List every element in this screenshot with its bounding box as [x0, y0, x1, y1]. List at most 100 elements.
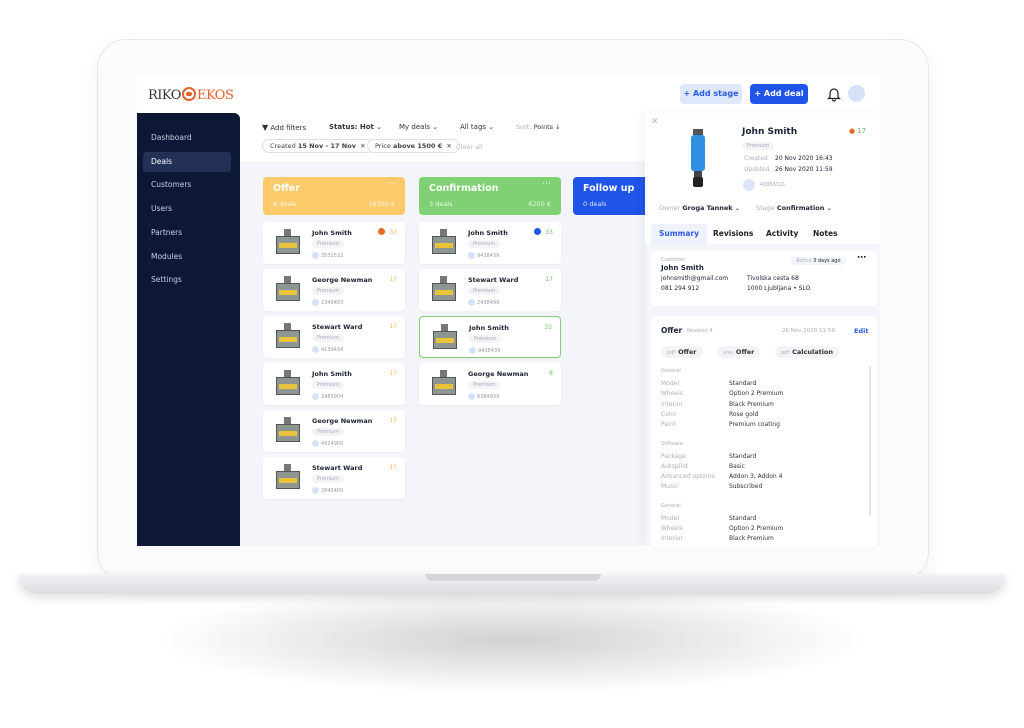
filter-chip-created[interactable]: Created 15 Nov - 17 Nov ✕: [262, 139, 374, 153]
tab-activity[interactable]: Activity: [758, 224, 806, 244]
all-tags-dropdown[interactable]: All tags ⌄: [460, 123, 494, 131]
deal-id: 3532532: [321, 253, 344, 259]
laptop-notch: [425, 574, 601, 581]
spec-value: Subscribed: [729, 483, 763, 491]
clear-all-link[interactable]: Clear all: [456, 143, 483, 151]
column-header-offer[interactable]: Offer 6 deals 18300 € ⋯: [263, 177, 405, 215]
sidebar-item-dashboard[interactable]: Dashboard: [143, 128, 231, 148]
tier-badge: Premium: [312, 475, 345, 483]
chevron-down-icon: ⌄: [734, 204, 741, 212]
my-deals-dropdown[interactable]: My deals ⌄: [399, 123, 438, 131]
more-icon[interactable]: ⋯: [386, 179, 395, 189]
deal-id: 2849400: [321, 488, 344, 494]
spec-value: Addon 3, Addon 4: [729, 473, 783, 481]
more-icon[interactable]: ⋯: [857, 253, 866, 263]
customer-label: Customer: [661, 257, 686, 263]
deal-score: ● 17: [849, 127, 867, 135]
deal-card[interactable]: John Smith Premium 3532532 33: [263, 222, 405, 264]
bell-icon[interactable]: [827, 86, 841, 102]
sort-control[interactable]: Sort: Points ↓: [516, 123, 561, 131]
customer-email[interactable]: johnsmith@gmail.com: [661, 275, 728, 282]
thumb-part: [435, 384, 453, 389]
sidebar-item-deals[interactable]: Deals: [143, 151, 231, 172]
close-icon[interactable]: ✕: [446, 142, 451, 150]
close-icon[interactable]: ✕: [651, 117, 659, 127]
logo: RIKO EKOS: [148, 87, 234, 103]
more-icon[interactable]: ⋯: [542, 179, 551, 189]
summary-content: Customer John Smith johnsmith@gmail.com …: [645, 244, 880, 546]
deal-card[interactable]: John Smith Premium 9438439 33: [419, 222, 561, 264]
deal-card[interactable]: Stewart Ward Premium 4139434 17: [263, 316, 405, 358]
tier-badge: Premium: [312, 381, 345, 389]
document-chip[interactable]: pdf Calculation: [775, 346, 840, 358]
add-stage-button[interactable]: + Add stage: [680, 84, 742, 104]
column-header-confirmation[interactable]: Confirmation 3 deals 6200 € ⋯: [419, 177, 561, 215]
spec-label: Model: [661, 380, 680, 387]
tier-badge: Premium: [312, 334, 345, 342]
tier-badge: Premium: [742, 142, 775, 150]
spec-label: Color: [661, 410, 677, 418]
close-icon[interactable]: ✕: [360, 142, 365, 150]
deal-id: 9438439: [477, 253, 500, 259]
sidebar-item-users[interactable]: Users: [143, 199, 231, 219]
section-title: Software: [661, 440, 684, 447]
deal-card[interactable]: Stewart Ward Premium 2849400 17: [263, 457, 405, 499]
machine-thumbnail: [430, 323, 460, 353]
chevron-down-icon: ⌄: [826, 204, 832, 212]
spec-value: Standard: [729, 514, 757, 522]
deal-card[interactable]: George Newman Premium 8384939 8: [419, 363, 561, 405]
user-avatar: [468, 252, 475, 259]
tier-badge: Premium: [312, 240, 345, 248]
deal-score: 8: [549, 370, 553, 377]
tab-summary[interactable]: Summary: [651, 224, 708, 244]
sidebar-item-partners[interactable]: Partners: [143, 223, 231, 243]
status-dropdown[interactable]: Status: Hot ⌄: [329, 123, 382, 131]
customer-phone: 081 294 912: [661, 285, 700, 292]
offer-date: 26 Nov 2020 11:59: [782, 328, 835, 334]
user-avatar: [312, 393, 319, 400]
deal-card[interactable]: George Newman Premium 1349483 17: [263, 269, 405, 311]
spec-value: Basic: [729, 462, 745, 470]
column-summary: 3 deals 6200 €: [429, 200, 551, 208]
filter-chip-price[interactable]: Price above 1500 € ✕: [367, 139, 460, 153]
tab-notes[interactable]: Notes: [805, 224, 846, 244]
deal-total: 6200 €: [528, 200, 551, 208]
deal-card[interactable]: Stewart Ward Premium 2438499 17: [419, 269, 561, 311]
avatar[interactable]: [848, 85, 865, 102]
document-name: Offer: [678, 348, 697, 356]
user-avatar: [312, 252, 319, 259]
add-deal-button[interactable]: + Add deal: [750, 84, 808, 104]
spec-value: Black Premium: [729, 400, 774, 408]
sidebar-item-customers[interactable]: Customers: [143, 175, 231, 195]
stage-dropdown[interactable]: Stage Confirmation ⌄: [756, 204, 832, 212]
deal-name: George Newman: [312, 417, 373, 425]
document-chip[interactable]: xlsx Offer: [717, 346, 761, 358]
deal-card[interactable]: George Newman Premium 4924900 17: [263, 410, 405, 452]
deal-id: 8384939: [477, 394, 500, 400]
filter-icon: ▼: [262, 123, 269, 132]
status-badge: Active 3 days ago: [791, 257, 846, 265]
customer-address: Tivolska cesta 68: [747, 275, 799, 282]
document-icon: pdf: [667, 350, 676, 356]
owner-dropdown[interactable]: Owner Groga Tannek ⌄: [659, 204, 740, 212]
deal-detail-panel: ✕ John Smith ● 17 Premium Created 20 Nov …: [645, 113, 880, 546]
deal-customer-name: John Smith: [742, 127, 798, 137]
deal-id: 1349483: [321, 300, 344, 306]
deal-card[interactable]: John Smith Premium 9438439 33: [419, 316, 561, 358]
document-chip[interactable]: pdf Offer: [661, 346, 703, 358]
sidebar-item-modules[interactable]: Modules: [143, 247, 231, 267]
scrollbar[interactable]: [869, 366, 871, 516]
document-name: Calculation: [792, 348, 834, 356]
spec-value: Option 2 Premium: [729, 525, 784, 532]
spec-label: Interior: [661, 535, 683, 543]
deal-count: 3 deals: [429, 200, 453, 208]
sidebar: Dashboard Deals Customers Users Partners Modu…: [137, 113, 240, 546]
add-filters-button[interactable]: ▼ Add filters: [262, 123, 306, 132]
deal-name: John Smith: [312, 370, 352, 378]
tab-revisions[interactable]: Revisions: [705, 224, 761, 244]
deal-card[interactable]: John Smith Premium 3483904 17: [263, 363, 405, 405]
section-title: General: [661, 368, 681, 374]
sidebar-item-settings[interactable]: Settings: [143, 270, 231, 290]
edit-link[interactable]: Edit: [854, 327, 868, 335]
deal-name: Stewart Ward: [468, 276, 519, 284]
